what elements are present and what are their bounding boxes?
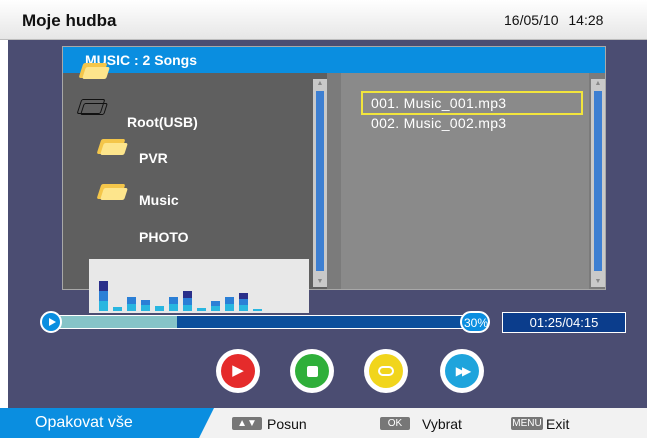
scroll-down-icon[interactable]: ▼	[313, 277, 327, 287]
elapsed-total-time: 01:25/04:15	[502, 312, 626, 333]
fast-forward-icon: ▶▶	[455, 364, 471, 378]
up-down-key-icon: ▲▼	[232, 417, 262, 430]
ok-key-icon: OK	[380, 417, 410, 430]
music-browser-panel: MUSIC : 2 Songs Root(USB) PVR Music PHOT…	[62, 46, 606, 313]
progress-track[interactable]	[52, 315, 468, 329]
progress-percent: 30%	[463, 316, 489, 330]
hint-select: Vybrat	[422, 416, 462, 432]
scroll-up-icon[interactable]: ▲	[313, 79, 327, 89]
tree-item-pvr[interactable]: PVR	[139, 150, 168, 166]
page-title: Moje hudba	[22, 11, 117, 30]
scroll-thumb[interactable]	[594, 91, 602, 271]
progress-knob[interactable]: 30%	[460, 311, 490, 333]
browser-header: MUSIC : 2 Songs	[63, 47, 605, 73]
player-screen: MUSIC : 2 Songs Root(USB) PVR Music PHOT…	[8, 40, 647, 408]
file-item-selected[interactable]: 001. Music_001.mp3	[361, 91, 583, 115]
folder-tree: Root(USB) PVR Music PHOTO	[63, 63, 327, 313]
scroll-down-icon[interactable]: ▼	[591, 277, 605, 287]
play-icon: ▶	[232, 362, 244, 379]
scroll-thumb[interactable]	[316, 91, 324, 271]
stop-button[interactable]	[290, 349, 334, 393]
progress-fill	[53, 316, 178, 328]
tree-scrollbar[interactable]: ▲ ▼	[313, 79, 327, 287]
hint-exit: Exit	[546, 416, 570, 432]
repeat-mode-indicator[interactable]: Opakovat vše	[0, 408, 214, 438]
date-text: 16/05/10	[504, 12, 559, 28]
play-indicator-icon	[40, 311, 62, 333]
audio-visualizer	[89, 259, 309, 313]
scroll-up-icon[interactable]: ▲	[591, 79, 605, 89]
fast-forward-button[interactable]: ▶▶	[440, 349, 484, 393]
file-scrollbar[interactable]: ▲ ▼	[591, 79, 605, 287]
tree-item-music[interactable]: Music	[139, 192, 179, 208]
tree-item-root[interactable]: Root(USB)	[127, 114, 198, 130]
tree-item-photo[interactable]: PHOTO	[139, 229, 189, 245]
stop-icon	[295, 354, 329, 388]
hint-move: Posun	[267, 416, 307, 432]
file-list: 001. Music_001.mp3 002. Music_002.mp3	[341, 73, 589, 289]
title-bar: Moje hudba 16/05/10 14:28	[0, 0, 647, 40]
repeat-button[interactable]	[364, 349, 408, 393]
folder-icon	[96, 137, 128, 155]
folder-open-icon	[76, 97, 108, 115]
play-button[interactable]: ▶	[216, 349, 260, 393]
folder-icon	[96, 182, 128, 200]
progress-bar[interactable]: 30%	[40, 311, 490, 333]
folder-icon	[78, 61, 110, 79]
date-time: 16/05/10 14:28	[504, 12, 603, 28]
file-item[interactable]: 002. Music_002.mp3	[371, 115, 506, 131]
footer-bar: Opakovat vše ▲▼ Posun OK Vybrat MENU Exi…	[0, 408, 647, 438]
menu-key-icon: MENU	[511, 417, 543, 430]
repeat-icon	[369, 354, 403, 388]
time-text: 14:28	[568, 12, 604, 28]
repeat-mode-label: Opakovat vše	[35, 414, 133, 431]
